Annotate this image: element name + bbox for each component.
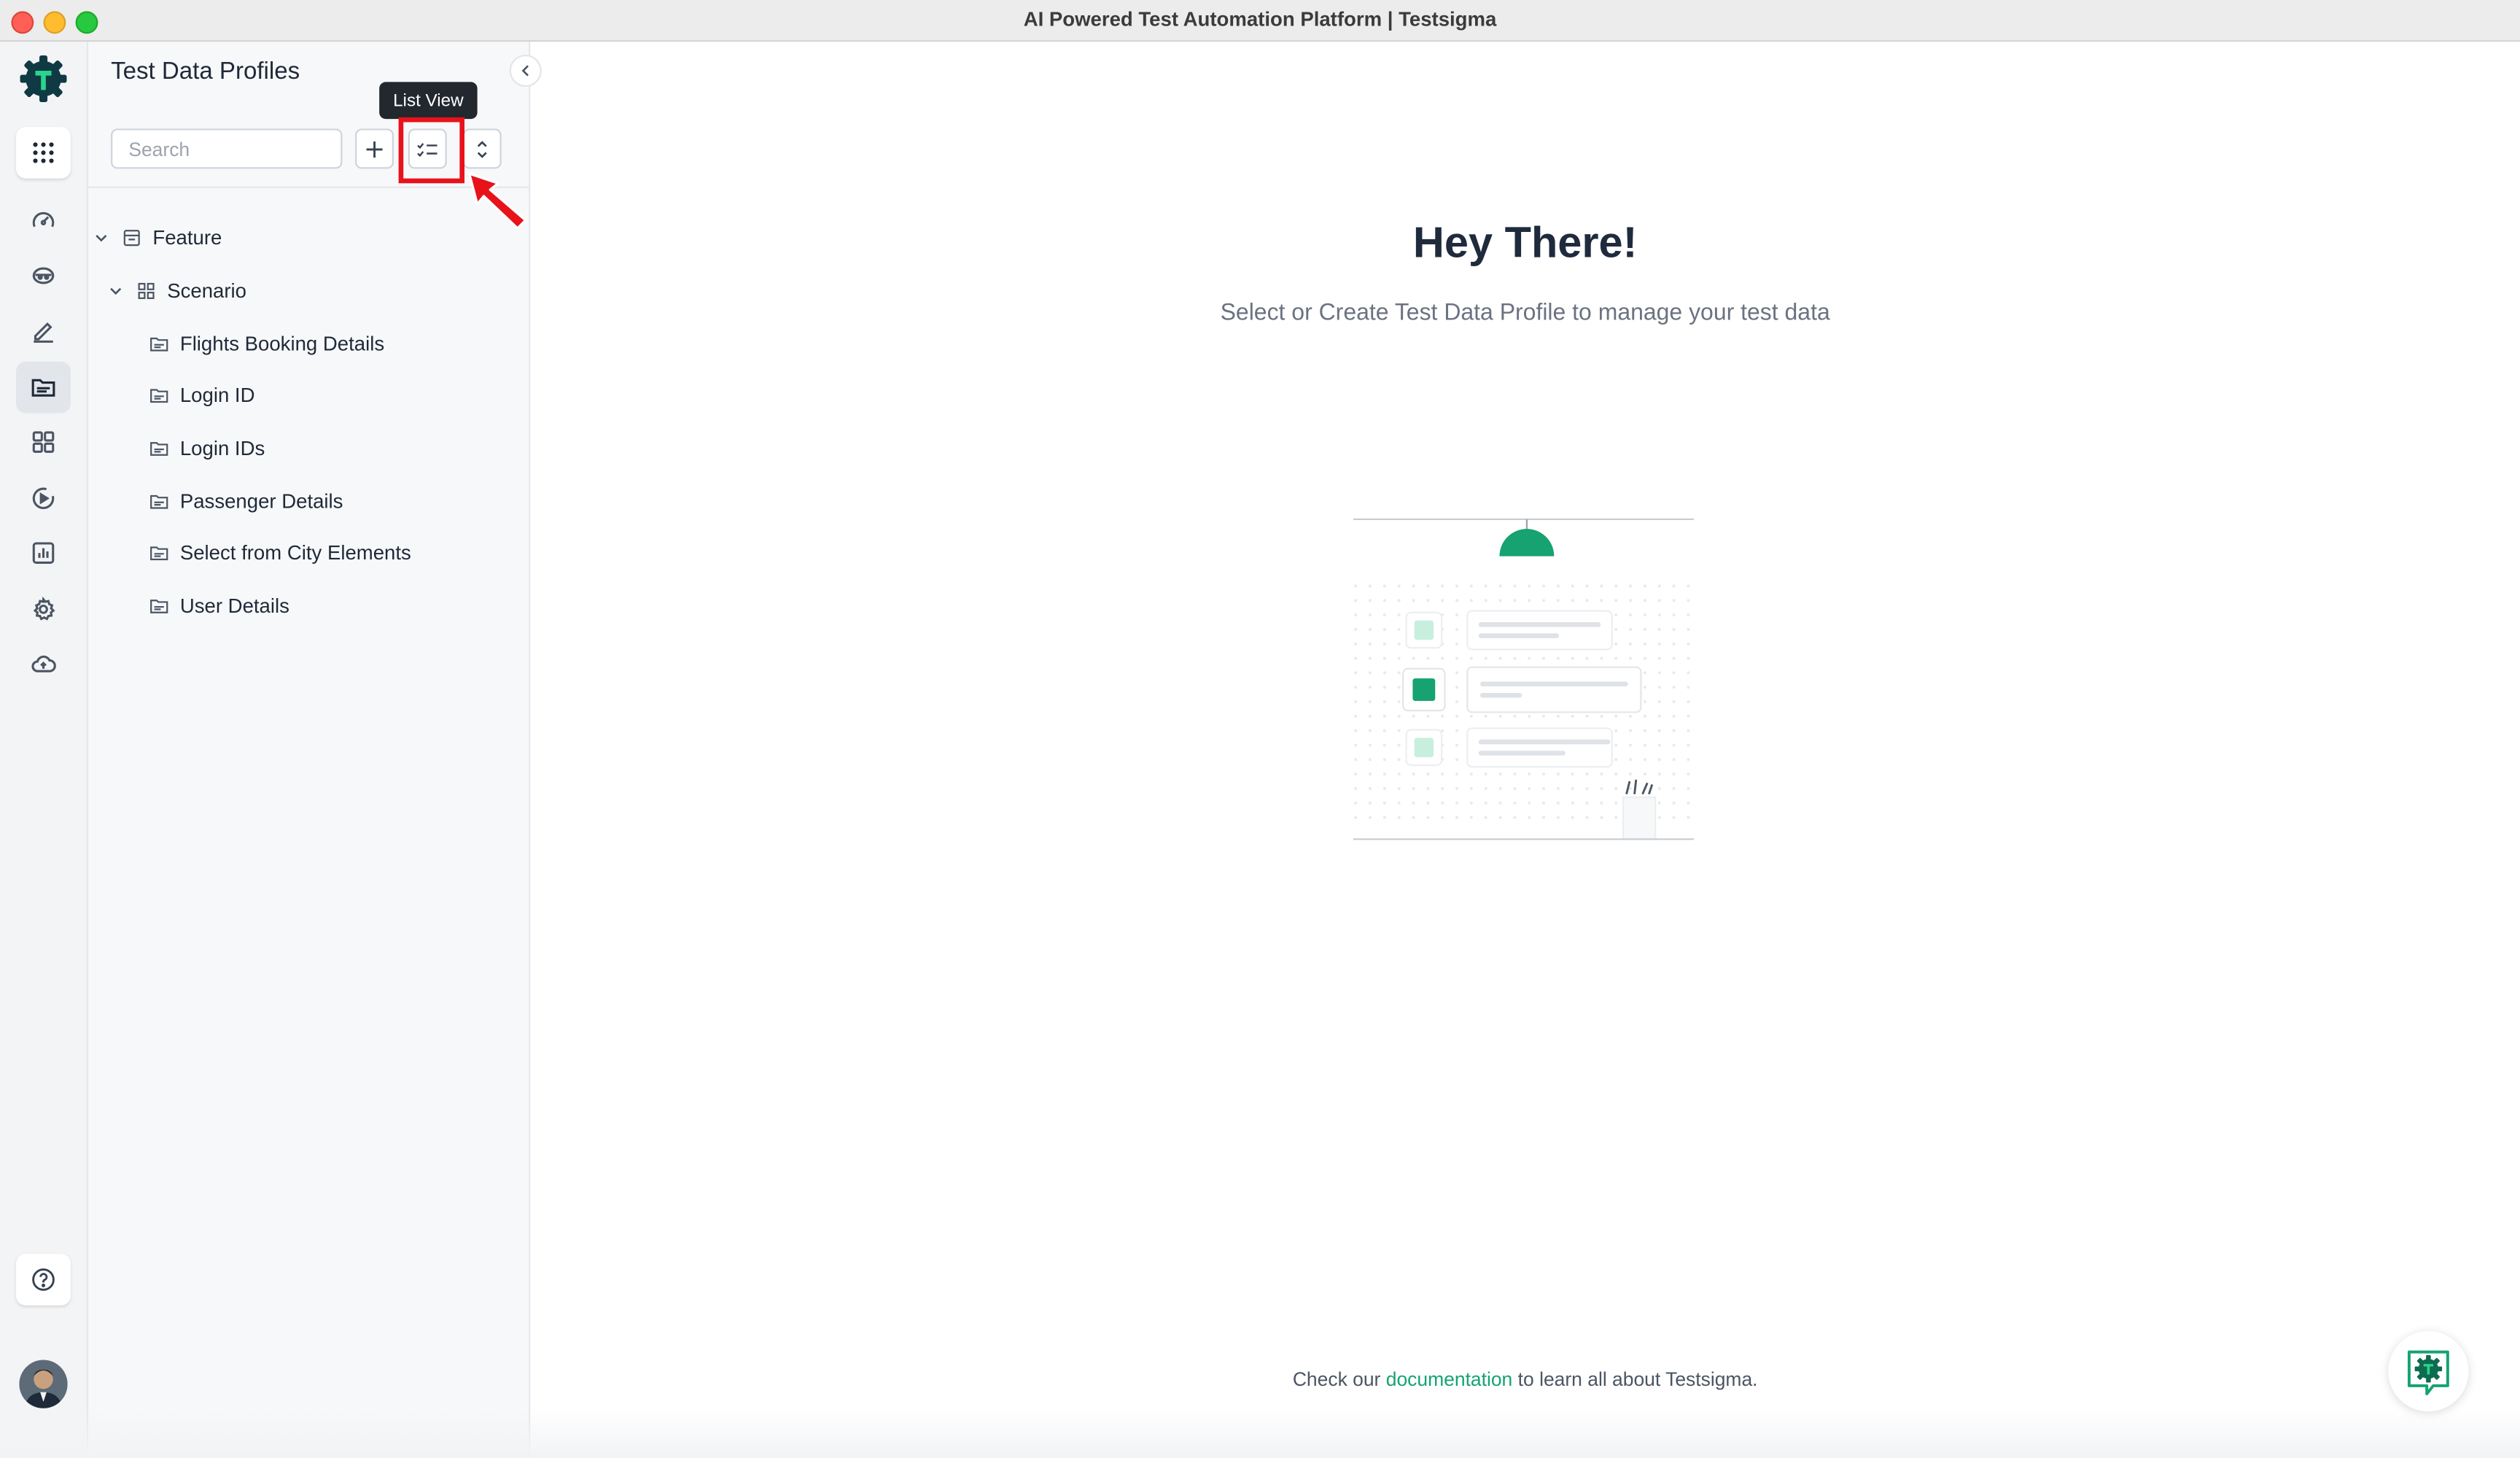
question-circle-icon [32,1268,55,1291]
footer-suffix: to learn all about Testsigma. [1517,1368,1758,1391]
grid-dots-icon [33,142,54,163]
tree-item-profile[interactable]: Login IDs [149,433,265,465]
annotation-highlight-box [398,117,464,184]
nav-reports[interactable] [16,527,71,579]
window-bottom-edge [0,1408,2520,1458]
nav-rail [0,42,89,1458]
data-profile-icon [150,389,168,403]
chevron-down-icon[interactable] [108,283,124,299]
feature-icon [123,230,140,247]
play-circle-icon [32,487,55,510]
tree-item-label: Passenger Details [179,490,343,513]
test-data-profiles-panel: Test Data Profiles Feature Scenario [88,42,531,1458]
collapse-panel-button[interactable] [509,54,542,88]
search-input[interactable] [111,128,343,169]
folder-icon [31,379,55,397]
nav-dashboard[interactable] [16,195,71,247]
tree-item-scenario[interactable]: Scenario [108,275,246,307]
gear-icon [33,596,55,621]
empty-state-heading: Hey There! [1412,218,1638,267]
window-title: AI Powered Test Automation Platform | Te… [1023,8,1497,31]
annotation-arrow-icon [467,172,527,230]
tree-item-label: Login ID [179,384,255,407]
data-profile-icon [150,600,168,613]
footer-note: Check our documentation to learn all abo… [530,1368,2520,1391]
panel-divider [88,186,531,188]
documentation-link[interactable]: documentation [1386,1368,1513,1391]
nav-elements[interactable] [16,416,71,468]
tree-item-profile[interactable]: User Details [149,590,289,622]
tree-item-label: Select from City Elements [179,541,411,565]
cloud-upload-icon [31,655,56,672]
nav-runs[interactable] [16,473,71,524]
help-button[interactable] [16,1254,71,1306]
nav-test-cases[interactable] [16,306,71,357]
support-chat-button[interactable] [2388,1330,2469,1412]
pencil-icon [34,322,53,343]
testsigma-logo-icon[interactable] [18,53,69,105]
apps-menu-button[interactable] [16,127,71,179]
chevron-left-icon [521,65,529,77]
nav-test-data[interactable] [16,361,71,414]
tree-item-label: User Details [179,594,289,618]
squares-grid-icon [32,431,55,453]
empty-state-illustration-icon [1353,518,1695,840]
empty-state-subtext: Select or Create Test Data Profile to ma… [1220,300,1830,327]
chevron-down-icon[interactable] [93,230,109,246]
robot-icon [32,267,55,284]
data-profile-icon [150,495,168,509]
tree-item-label: Flights Booking Details [179,333,385,356]
user-avatar[interactable] [19,1360,68,1408]
nav-settings[interactable] [16,583,71,635]
data-profile-icon [150,337,168,352]
scenario-icon [138,282,155,299]
add-profile-button[interactable] [355,128,394,169]
chat-bot-icon [2407,1350,2449,1395]
sort-arrows-icon [477,140,487,158]
tree-item-profile[interactable]: Passenger Details [149,486,343,518]
window-titlebar: AI Powered Test Automation Platform | Te… [0,0,2520,42]
list-view-tooltip: List View [379,82,478,120]
tree-item-profile[interactable]: Flights Booking Details [149,328,384,360]
tree-item-profile[interactable]: Login ID [149,379,255,411]
plus-icon [366,140,383,157]
tree-item-label: Scenario [167,279,246,303]
panel-title: Test Data Profiles [111,58,300,85]
data-profile-icon [150,442,168,456]
sort-button[interactable] [462,128,502,169]
tree-item-label: Login IDs [179,437,265,460]
tree-item-feature[interactable]: Feature [93,222,222,254]
data-profile-icon [150,546,168,561]
main-content: Hey There! Select or Create Test Data Pr… [530,42,2520,1458]
speedometer-icon [32,212,55,228]
bar-chart-icon [32,542,55,564]
footer-prefix: Check our [1292,1368,1381,1391]
nav-ai-agents[interactable] [16,249,71,301]
tree-item-profile[interactable]: Select from City Elements [149,537,411,569]
tree-item-label: Feature [152,226,222,249]
user-photo-icon [19,1360,68,1408]
nav-cloud-upload[interactable] [16,638,71,690]
